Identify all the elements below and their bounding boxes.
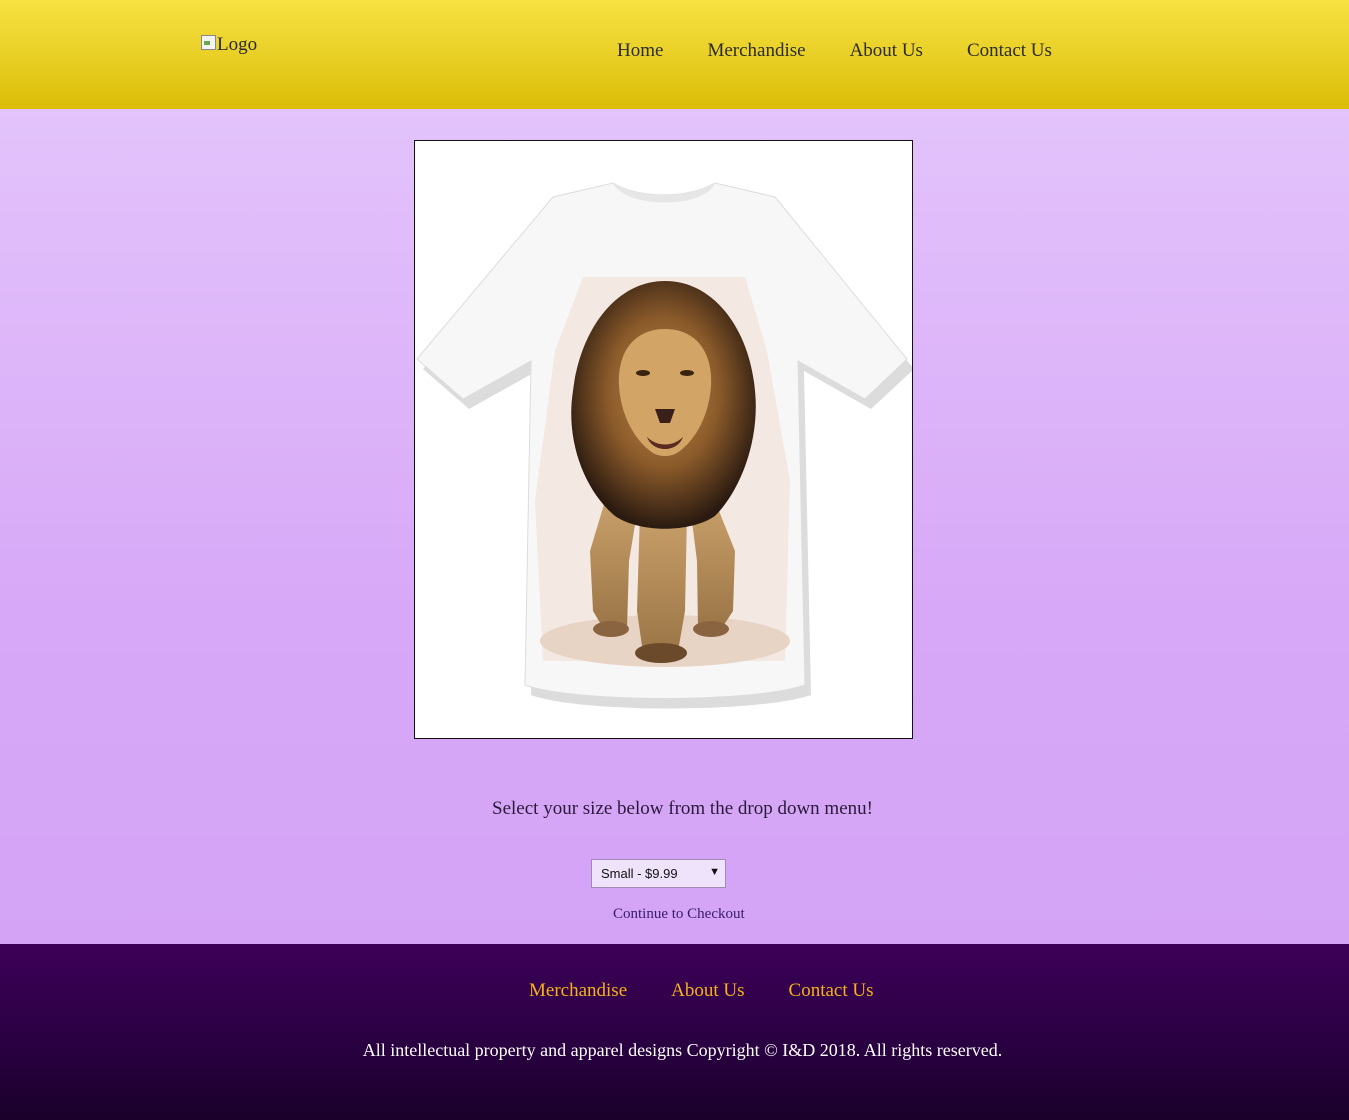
footer-nav-contact-us[interactable]: Contact Us — [789, 980, 874, 1002]
logo[interactable]: Logo — [200, 34, 257, 56]
broken-image-icon — [200, 34, 216, 50]
main-content: Select your size below from the drop dow… — [0, 109, 1349, 944]
nav-home[interactable]: Home — [617, 40, 663, 62]
nav-merchandise[interactable]: Merchandise — [707, 40, 805, 62]
footer-nav: Merchandise About Us Contact Us — [529, 980, 873, 1002]
product-image — [414, 140, 913, 739]
nav-contact-us[interactable]: Contact Us — [967, 40, 1052, 62]
logo-alt-text: Logo — [217, 34, 258, 55]
footer-nav-merchandise[interactable]: Merchandise — [529, 980, 627, 1002]
site-header: Logo Home Merchandise About Us Contact U… — [0, 0, 1349, 109]
site-footer: Merchandise About Us Contact Us All inte… — [0, 944, 1349, 1120]
size-selected-value: Small - $9.99 — [601, 866, 678, 881]
footer-nav-about-us[interactable]: About Us — [671, 980, 744, 1002]
nav-about-us[interactable]: About Us — [850, 40, 923, 62]
tshirt-lion-icon — [416, 182, 912, 709]
main-nav: Home Merchandise About Us Contact Us — [617, 40, 1052, 62]
size-instructions: Select your size below from the drop dow… — [492, 798, 873, 819]
size-dropdown[interactable]: Small - $9.99 ▼ — [591, 859, 726, 888]
copyright-text: All intellectual property and apparel de… — [362, 1040, 1003, 1060]
chevron-down-icon: ▼ — [709, 866, 720, 878]
continue-to-checkout-link[interactable]: Continue to Checkout — [613, 906, 745, 923]
